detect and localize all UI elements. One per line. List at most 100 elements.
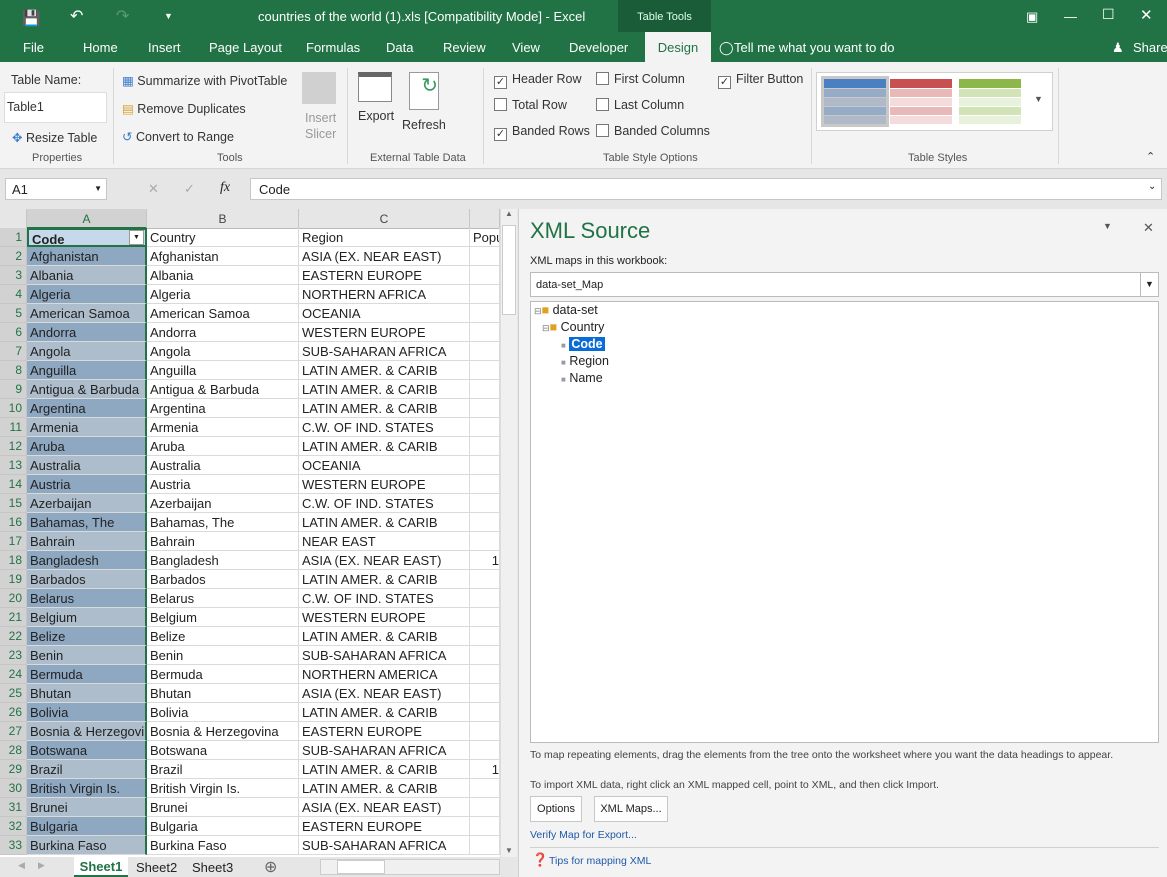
- cell-region[interactable]: WESTERN EUROPE: [299, 323, 470, 342]
- cell-country[interactable]: Armenia: [147, 418, 299, 437]
- cell-country[interactable]: Bolivia: [147, 703, 299, 722]
- cell-region[interactable]: LATIN AMER. & CARIB: [299, 570, 470, 589]
- cell-population[interactable]: [470, 589, 500, 608]
- cell-region[interactable]: SUB-SAHARAN AFRICA: [299, 741, 470, 760]
- cell-country[interactable]: American Samoa: [147, 304, 299, 323]
- cell-region[interactable]: LATIN AMER. & CARIB: [299, 399, 470, 418]
- row-header[interactable]: 32: [0, 817, 27, 836]
- tab-review[interactable]: Review: [443, 40, 486, 55]
- cell-country[interactable]: Anguilla: [147, 361, 299, 380]
- cell-region[interactable]: OCEANIA: [299, 456, 470, 475]
- tab-data[interactable]: Data: [386, 40, 413, 55]
- cell-code[interactable]: Azerbaijan: [27, 494, 147, 513]
- tips-link[interactable]: Tips for mapping XML: [549, 855, 651, 867]
- row-header[interactable]: 33: [0, 836, 27, 855]
- tree-node-code[interactable]: ■ Code: [561, 337, 605, 351]
- cell-code[interactable]: Botswana: [27, 741, 147, 760]
- cell-code[interactable]: Albania: [27, 266, 147, 285]
- cell-population[interactable]: 1: [470, 551, 500, 570]
- remove-duplicates-button[interactable]: ▤ Remove Duplicates: [122, 101, 246, 116]
- cell-code[interactable]: Benin: [27, 646, 147, 665]
- worksheet-grid[interactable]: A B C 1CodeCountryRegionPopu▼2Afghanista…: [0, 209, 500, 857]
- cell-region[interactable]: OCEANIA: [299, 304, 470, 323]
- cell-population[interactable]: [470, 627, 500, 646]
- cell-country[interactable]: Burkina Faso: [147, 836, 299, 855]
- cell-country[interactable]: Bangladesh: [147, 551, 299, 570]
- cell-region[interactable]: NORTHERN AMERICA: [299, 665, 470, 684]
- cell-country[interactable]: Aruba: [147, 437, 299, 456]
- cell-code[interactable]: Barbados: [27, 570, 147, 589]
- tree-node-region[interactable]: ■ Region: [561, 354, 609, 368]
- cell-population[interactable]: 1: [470, 760, 500, 779]
- tab-insert[interactable]: Insert: [148, 40, 181, 55]
- cell-code[interactable]: Argentina: [27, 399, 147, 418]
- cell-country[interactable]: Albania: [147, 266, 299, 285]
- cell-code[interactable]: Belize: [27, 627, 147, 646]
- close-icon[interactable]: ✕: [1140, 6, 1153, 24]
- cell-population[interactable]: [470, 399, 500, 418]
- xml-maps-button[interactable]: XML Maps...: [594, 796, 668, 822]
- table-style-3[interactable]: [959, 79, 1021, 124]
- row-header[interactable]: 31: [0, 798, 27, 817]
- ribbon-display-icon[interactable]: ▣: [1026, 9, 1038, 25]
- row-header[interactable]: 13: [0, 456, 27, 475]
- cell-region[interactable]: WESTERN EUROPE: [299, 608, 470, 627]
- tell-me-search[interactable]: Tell me what you want to do: [734, 40, 894, 55]
- cell-code[interactable]: Belgium: [27, 608, 147, 627]
- cell-population[interactable]: [470, 247, 500, 266]
- table-name-input[interactable]: Table1: [4, 92, 107, 123]
- cell-region[interactable]: ASIA (EX. NEAR EAST): [299, 798, 470, 817]
- row-header[interactable]: 18: [0, 551, 27, 570]
- column-header-a[interactable]: A: [27, 209, 147, 229]
- banded-columns-checkbox[interactable]: Banded Columns: [596, 124, 710, 138]
- cell-region[interactable]: SUB-SAHARAN AFRICA: [299, 646, 470, 665]
- scroll-up-icon[interactable]: ▲: [501, 209, 517, 218]
- total-row-checkbox[interactable]: Total Row: [494, 98, 567, 112]
- tab-home[interactable]: Home: [83, 40, 118, 55]
- tab-view[interactable]: View: [512, 40, 540, 55]
- resize-table-button[interactable]: ✥ Resize Table: [12, 130, 97, 145]
- cell-region[interactable]: ASIA (EX. NEAR EAST): [299, 247, 470, 266]
- cell-population[interactable]: [470, 342, 500, 361]
- convert-range-button[interactable]: ↺ Convert to Range: [122, 129, 234, 144]
- row-header[interactable]: 22: [0, 627, 27, 646]
- row-header[interactable]: 7: [0, 342, 27, 361]
- cell-population[interactable]: [470, 570, 500, 589]
- column-header-d[interactable]: [470, 209, 500, 229]
- cell-country[interactable]: Belgium: [147, 608, 299, 627]
- sheet-tab-1[interactable]: Sheet1: [74, 857, 128, 877]
- column-header-b[interactable]: B: [147, 209, 299, 229]
- cell-code[interactable]: Armenia: [27, 418, 147, 437]
- cell-country[interactable]: Benin: [147, 646, 299, 665]
- expand-formula-icon[interactable]: ⌄: [1148, 181, 1156, 192]
- cell-population[interactable]: [470, 494, 500, 513]
- row-header[interactable]: 10: [0, 399, 27, 418]
- horizontal-scrollbar[interactable]: [320, 859, 500, 875]
- banded-rows-checkbox[interactable]: ✓ Banded Rows: [494, 124, 590, 141]
- cell-region[interactable]: LATIN AMER. & CARIB: [299, 760, 470, 779]
- scroll-thumb[interactable]: [502, 225, 516, 315]
- row-header[interactable]: 16: [0, 513, 27, 532]
- cell-country[interactable]: Barbados: [147, 570, 299, 589]
- cell-region[interactable]: C.W. OF IND. STATES: [299, 589, 470, 608]
- cell-population[interactable]: [470, 836, 500, 855]
- row-header[interactable]: 1: [0, 228, 27, 247]
- tab-file[interactable]: File: [23, 40, 44, 55]
- redo-icon[interactable]: ↷: [116, 6, 129, 26]
- cell-code[interactable]: Aruba: [27, 437, 147, 456]
- cell-population[interactable]: [470, 665, 500, 684]
- cell-population[interactable]: [470, 646, 500, 665]
- cell-country[interactable]: Belarus: [147, 589, 299, 608]
- cell-code[interactable]: Brunei: [27, 798, 147, 817]
- export-button[interactable]: Export: [358, 109, 394, 123]
- tab-formulas[interactable]: Formulas: [306, 40, 360, 55]
- next-sheet-icon[interactable]: ▶: [38, 860, 45, 871]
- table-style-2[interactable]: [890, 79, 952, 124]
- gallery-more-icon[interactable]: ▼: [1034, 94, 1043, 104]
- share-button[interactable]: Share: [1133, 40, 1167, 55]
- cell-code[interactable]: Afghanistan: [27, 247, 147, 266]
- cell-code[interactable]: Andorra: [27, 323, 147, 342]
- tab-page-layout[interactable]: Page Layout: [209, 40, 282, 55]
- cell-population[interactable]: Popu: [470, 228, 500, 247]
- tree-node-country[interactable]: ⊟■ Country: [542, 320, 604, 334]
